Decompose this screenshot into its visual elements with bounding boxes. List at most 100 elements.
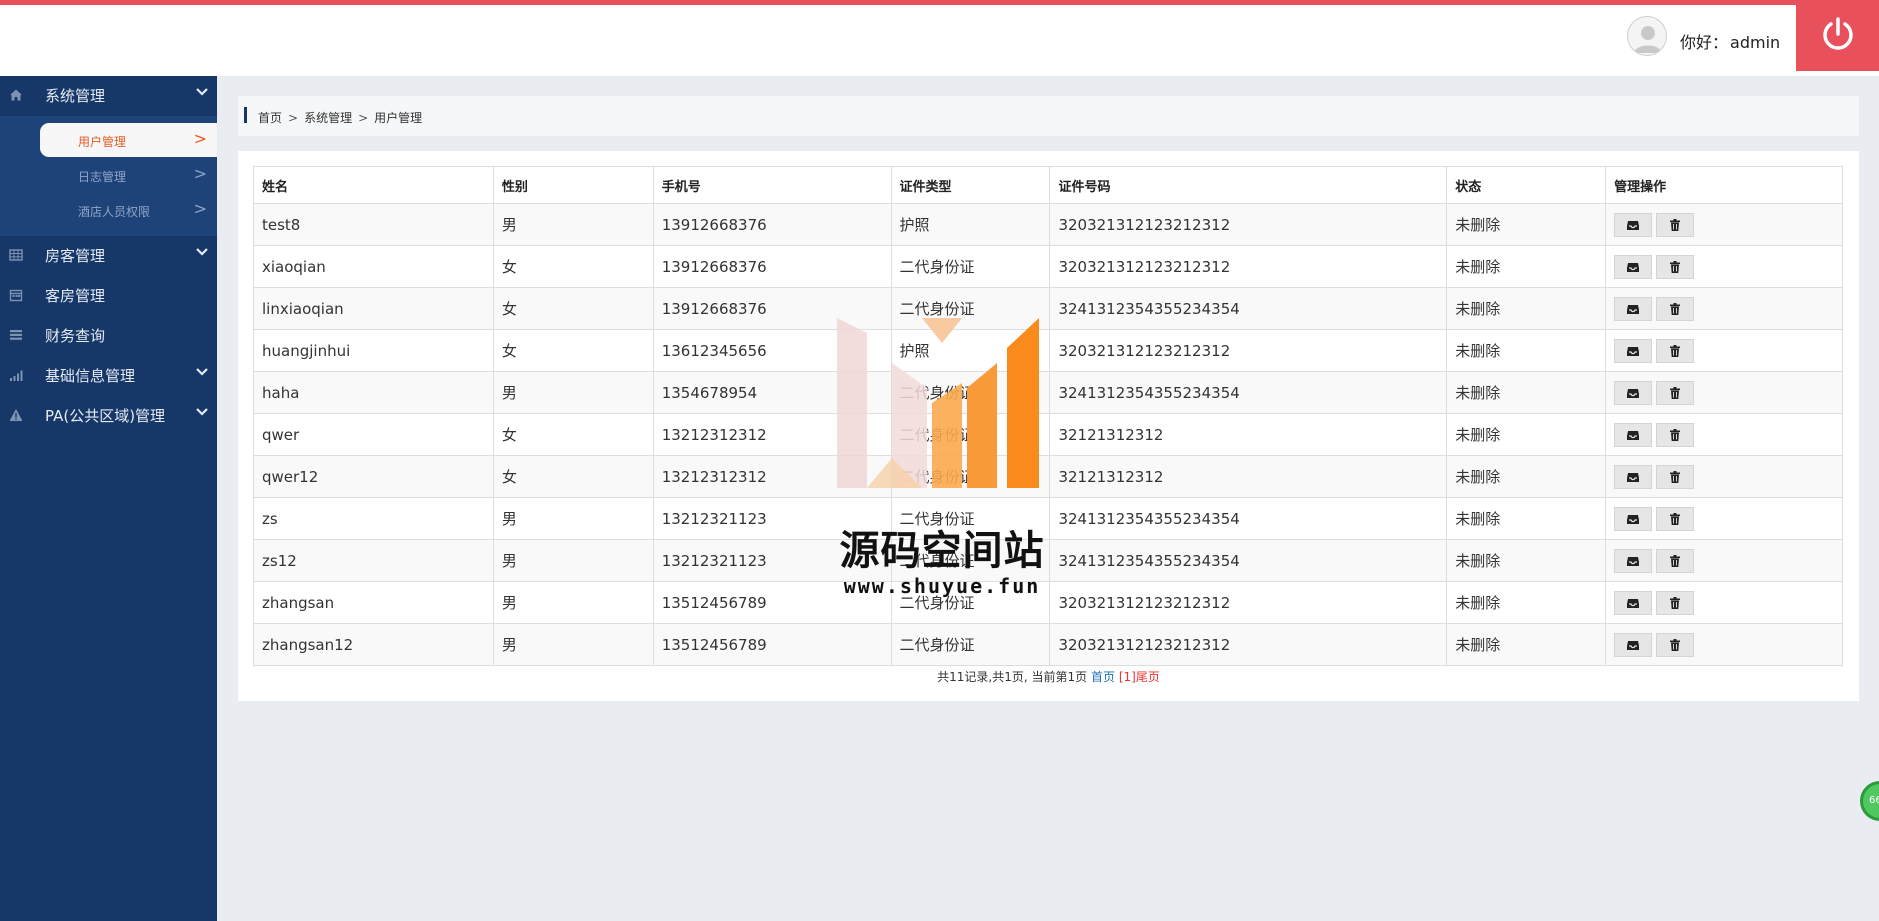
- subitem-label: 日志管理: [78, 170, 127, 184]
- edit-button[interactable]: [1614, 338, 1653, 363]
- name-cell: xiaoqian: [253, 245, 494, 288]
- sidebar-subitem-log-management[interactable]: 日志管理 >: [40, 158, 217, 192]
- delete-button[interactable]: [1656, 380, 1695, 405]
- id-type-cell: 二代身份证: [890, 623, 1051, 666]
- edit-button[interactable]: [1614, 296, 1653, 321]
- delete-button[interactable]: [1656, 254, 1695, 279]
- status-cell: 未删除: [1446, 413, 1607, 456]
- actions-cell: [1605, 203, 1843, 246]
- sidebar-item-guests[interactable]: 房客管理: [0, 236, 217, 274]
- actions-cell: [1605, 287, 1843, 330]
- inbox-icon: [1626, 470, 1640, 488]
- delete-button[interactable]: [1656, 506, 1695, 531]
- edit-button[interactable]: [1614, 422, 1653, 447]
- sidebar-item-label: PA(公共区域)管理: [45, 407, 166, 425]
- sidebar-item-system[interactable]: 系统管理: [0, 76, 217, 114]
- signal-icon: [9, 368, 23, 382]
- gender-cell: 女: [492, 455, 654, 498]
- phone-cell: 13212312312: [652, 455, 892, 498]
- warning-icon: [9, 408, 23, 422]
- sidebar-item-public-area[interactable]: PA(公共区域)管理: [0, 396, 217, 434]
- gender-cell: 女: [492, 329, 654, 372]
- name-cell: zs: [253, 497, 494, 540]
- id-type-cell: 二代身份证: [890, 455, 1051, 498]
- inbox-icon: [1626, 302, 1640, 320]
- sidebar-item-label: 基础信息管理: [45, 367, 136, 385]
- pagination-current-page[interactable]: [1]: [1119, 670, 1136, 684]
- user-avatar-icon[interactable]: [1627, 16, 1667, 56]
- actions-cell: [1605, 245, 1843, 288]
- gender-cell: 男: [492, 497, 654, 540]
- status-cell: 未删除: [1446, 245, 1607, 288]
- actions-cell: [1605, 371, 1843, 414]
- trash-icon: [1668, 596, 1682, 614]
- phone-cell: 13512456789: [652, 581, 892, 624]
- pagination-last-link[interactable]: 尾页: [1136, 670, 1160, 684]
- edit-button[interactable]: [1614, 254, 1653, 279]
- delete-button[interactable]: [1656, 296, 1695, 321]
- delete-button[interactable]: [1656, 464, 1695, 489]
- status-cell: 未删除: [1446, 371, 1607, 414]
- edit-button[interactable]: [1614, 632, 1653, 657]
- table-row: zhangsan 男 13512456789 二代身份证 320321312123212…: [253, 581, 1843, 624]
- username-label: admin: [1730, 33, 1781, 52]
- trash-icon: [1668, 302, 1682, 320]
- edit-button[interactable]: [1614, 590, 1653, 615]
- floating-badge[interactable]: 66: [1860, 781, 1879, 821]
- chevron-down-icon: [195, 244, 209, 258]
- name-cell: qwer: [253, 413, 494, 456]
- table-row: zs 男 13212321123 二代身份证 3241312354355234354 未删…: [253, 497, 1843, 540]
- sidebar-subitem-user-management[interactable]: 用户管理 >: [40, 123, 217, 157]
- delete-button[interactable]: [1656, 632, 1695, 657]
- inbox-icon: [1626, 386, 1640, 404]
- sidebar-subitem-staff-permissions[interactable]: 酒店人员权限 >: [40, 193, 217, 227]
- column-header-gender: 性别: [492, 166, 654, 204]
- user-greeting: 你好： admin: [1680, 29, 1780, 53]
- phone-cell: 13612345656: [652, 329, 892, 372]
- sidebar-item-label: 财务查询: [45, 327, 106, 345]
- sidebar-item-rooms[interactable]: 客房管理: [0, 276, 217, 314]
- id-number-cell: 320321312123212312: [1049, 581, 1448, 624]
- status-cell: 未删除: [1446, 539, 1607, 582]
- status-cell: 未删除: [1446, 329, 1607, 372]
- status-cell: 未删除: [1446, 497, 1607, 540]
- delete-button[interactable]: [1656, 212, 1695, 237]
- id-number-cell: 320321312123212312: [1049, 245, 1448, 288]
- home-icon: [9, 88, 23, 102]
- edit-button[interactable]: [1614, 506, 1653, 531]
- edit-button[interactable]: [1614, 548, 1653, 573]
- edit-button[interactable]: [1614, 380, 1653, 405]
- edit-button[interactable]: [1614, 464, 1653, 489]
- logout-button[interactable]: [1796, 0, 1879, 71]
- sidebar-item-basic-info[interactable]: 基础信息管理: [0, 356, 217, 394]
- name-cell: haha: [253, 371, 494, 414]
- sidebar-item-finance[interactable]: 财务查询: [0, 316, 217, 354]
- breadcrumb-system[interactable]: 系统管理: [304, 111, 352, 125]
- inbox-icon: [1626, 260, 1640, 278]
- delete-button[interactable]: [1656, 590, 1695, 615]
- status-cell: 未删除: [1446, 455, 1607, 498]
- user-list-panel: 姓名 性别 手机号 证件类型 证件号码 状态 管理操作 test8 男 139126…: [238, 151, 1859, 701]
- user-table: 姓名 性别 手机号 证件类型 证件号码 状态 管理操作 test8 男 139126…: [253, 166, 1843, 666]
- breadcrumb-separator: >: [358, 111, 369, 125]
- trash-icon: [1668, 554, 1682, 572]
- id-type-cell: 二代身份证: [890, 245, 1051, 288]
- phone-cell: 13212321123: [652, 497, 892, 540]
- pagination-first-link[interactable]: 首页: [1091, 670, 1115, 684]
- id-type-cell: 二代身份证: [890, 287, 1051, 330]
- name-cell: zs12: [253, 539, 494, 582]
- delete-button[interactable]: [1656, 422, 1695, 447]
- column-header-status: 状态: [1446, 166, 1607, 204]
- actions-cell: [1605, 329, 1843, 372]
- system-submenu: 用户管理 > 日志管理 > 酒店人员权限 >: [0, 116, 217, 236]
- gender-cell: 男: [492, 371, 654, 414]
- chevron-right-icon: >: [193, 129, 207, 148]
- actions-cell: [1605, 455, 1843, 498]
- breadcrumb-home[interactable]: 首页: [258, 111, 282, 125]
- table-row: huangjinhui 女 13612345656 护照 320321312123212…: [253, 329, 1843, 372]
- id-type-cell: 二代身份证: [890, 371, 1051, 414]
- edit-button[interactable]: [1614, 212, 1653, 237]
- delete-button[interactable]: [1656, 338, 1695, 363]
- sidebar-item-label: 系统管理: [45, 87, 106, 105]
- delete-button[interactable]: [1656, 548, 1695, 573]
